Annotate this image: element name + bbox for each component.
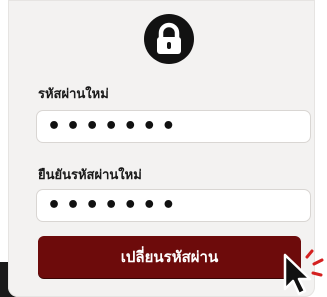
- confirm-password-field[interactable]: [36, 189, 311, 222]
- new-password-label: รหัสผ่านใหม่: [38, 87, 109, 102]
- confirm-password-label: ยืนยันรหัสผ่านใหม่: [38, 168, 142, 183]
- change-password-button[interactable]: เปลี่ยนรหัสผ่าน: [38, 236, 301, 278]
- lock-icon: [144, 14, 194, 64]
- change-password-card: รหัสผ่านใหม่ ยืนยันรหัสผ่านใหม่ เปลี่ยนร…: [8, 0, 315, 297]
- mouse-pointer-icon: [283, 249, 324, 296]
- new-password-field[interactable]: [36, 110, 311, 143]
